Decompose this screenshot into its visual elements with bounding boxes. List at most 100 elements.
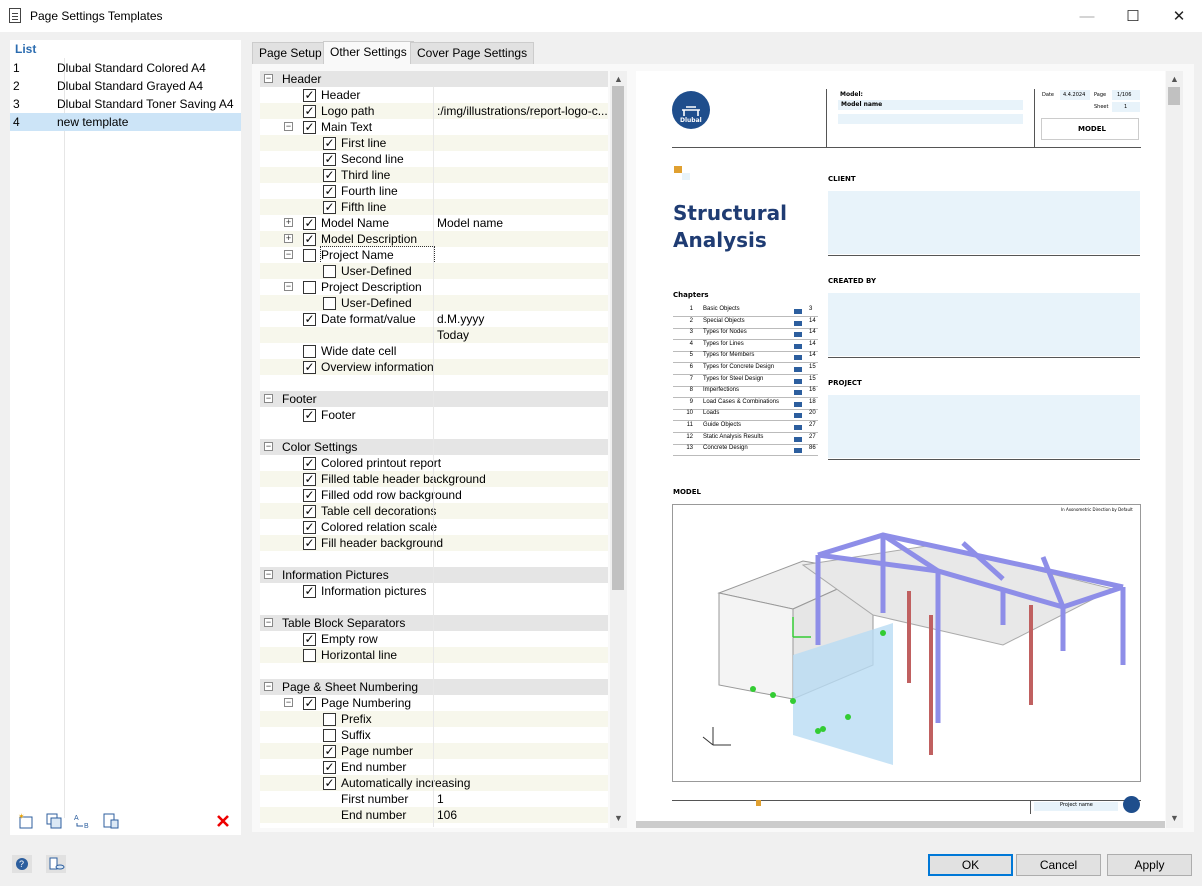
tree-item-value[interactable]: Model name (437, 215, 503, 231)
copy-template-icon[interactable] (42, 810, 66, 832)
tree-checkbox[interactable]: ✓ (323, 201, 336, 214)
tree-section-header[interactable]: − Table Block Separators (260, 615, 608, 631)
tree-checkbox[interactable] (323, 297, 336, 310)
tree-item-value[interactable]: d.M.yyyy (437, 311, 484, 327)
tree-row[interactable]: ✓ Filled odd row background (260, 487, 608, 503)
tree-row[interactable]: ✓ Automatically increasing (260, 775, 608, 791)
collapse-icon[interactable]: − (284, 282, 293, 291)
tree-row[interactable]: Wide date cell (260, 343, 608, 359)
tree-row[interactable]: ✓ Date format/value d.M.yyyy (260, 311, 608, 327)
tree-row[interactable]: ✓ Information pictures (260, 583, 608, 599)
settings-db-icon[interactable] (44, 853, 68, 875)
tree-checkbox[interactable] (303, 649, 316, 662)
tree-scrollbar[interactable]: ▲ ▼ (610, 71, 627, 828)
tree-checkbox[interactable]: ✓ (303, 233, 316, 246)
tree-item-value[interactable]: 106 (437, 807, 457, 823)
scroll-down-arrow-icon[interactable]: ▼ (614, 813, 623, 823)
tree-row[interactable]: ✓ First line (260, 135, 608, 151)
tree-row[interactable]: User-Defined (260, 263, 608, 279)
tree-row[interactable]: ✓ End number (260, 759, 608, 775)
new-template-icon[interactable]: ✶ (14, 810, 38, 832)
tree-row[interactable]: ✓ Header (260, 87, 608, 103)
preview-scrollbar[interactable]: ▲ ▼ (1166, 71, 1183, 828)
tree-row[interactable]: Suffix (260, 727, 608, 743)
tree-section-header[interactable]: − Color Settings (260, 439, 608, 455)
tree-row[interactable]: Horizontal line (260, 647, 608, 663)
scroll-down-arrow-icon[interactable]: ▼ (1170, 813, 1179, 823)
tab-other-settings[interactable]: Other Settings (323, 41, 414, 64)
tree-row[interactable]: ✓ Overview information (260, 359, 608, 375)
template-list-item[interactable]: 4 new template (10, 113, 241, 131)
tree-checkbox[interactable]: ✓ (323, 761, 336, 774)
tree-checkbox[interactable]: ✓ (303, 473, 316, 486)
rename-template-icon[interactable]: AB (71, 810, 95, 832)
tree-row[interactable]: ✓ Footer (260, 407, 608, 423)
tree-checkbox[interactable]: ✓ (323, 185, 336, 198)
apply-button[interactable]: Apply (1107, 854, 1192, 876)
tree-row[interactable]: ✓ Page number (260, 743, 608, 759)
tree-row[interactable]: − ✓ Page Numbering (260, 695, 608, 711)
template-list-item[interactable]: 2 Dlubal Standard Grayed A4 (10, 77, 241, 95)
tree-checkbox[interactable] (323, 265, 336, 278)
tab-cover-page-settings[interactable]: Cover Page Settings (410, 42, 535, 64)
collapse-icon[interactable]: − (264, 74, 273, 83)
tree-checkbox[interactable]: ✓ (323, 137, 336, 150)
tree-checkbox[interactable]: ✓ (303, 537, 316, 550)
import-template-icon[interactable] (99, 810, 123, 832)
scroll-up-arrow-icon[interactable]: ▲ (614, 74, 623, 84)
scroll-up-arrow-icon[interactable]: ▲ (1170, 74, 1179, 84)
tree-row[interactable]: − Project Description (260, 279, 608, 295)
collapse-icon[interactable]: − (264, 618, 273, 627)
tree-row[interactable]: ✓ Fill header background (260, 535, 608, 551)
tree-item-value[interactable]: 1 (437, 791, 444, 807)
tree-checkbox[interactable]: ✓ (323, 153, 336, 166)
tree-row[interactable]: ✓ Logo path:/img/illustrations/report-log… (260, 103, 608, 119)
tree-row[interactable]: Prefix (260, 711, 608, 727)
tree-checkbox[interactable]: ✓ (303, 697, 316, 710)
tree-row[interactable]: ✓ Empty row (260, 631, 608, 647)
tree-row[interactable]: User-Defined (260, 295, 608, 311)
collapse-icon[interactable]: − (264, 442, 273, 451)
tree-checkbox[interactable]: ✓ (323, 777, 336, 790)
tree-checkbox[interactable]: ✓ (303, 585, 316, 598)
tree-scroll-thumb[interactable] (612, 86, 624, 590)
tab-page-setup[interactable]: Page Setup (252, 42, 329, 64)
collapse-icon[interactable]: − (264, 394, 273, 403)
tree-row[interactable]: Today (260, 327, 608, 343)
tree-row[interactable]: ✓ Third line (260, 167, 608, 183)
tree-section-header[interactable]: − Header (260, 71, 608, 87)
tree-checkbox[interactable]: ✓ (303, 505, 316, 518)
ok-button[interactable]: OK (928, 854, 1013, 876)
tree-checkbox[interactable] (303, 345, 316, 358)
tree-row[interactable]: ✓ Fourth line (260, 183, 608, 199)
close-window-button[interactable]: ✕ (1156, 0, 1202, 32)
tree-checkbox[interactable]: ✓ (303, 489, 316, 502)
tree-section-header[interactable]: − Information Pictures (260, 567, 608, 583)
tree-section-header[interactable]: − Page & Sheet Numbering (260, 679, 608, 695)
tree-checkbox[interactable]: ✓ (303, 457, 316, 470)
expand-icon[interactable]: + (284, 218, 293, 227)
cancel-button[interactable]: Cancel (1016, 854, 1101, 876)
tree-row[interactable]: ✓ Colored printout report (260, 455, 608, 471)
tree-checkbox[interactable]: ✓ (303, 361, 316, 374)
tree-row[interactable]: ✓ Filled table header background (260, 471, 608, 487)
tree-checkbox[interactable]: ✓ (303, 121, 316, 134)
delete-template-icon[interactable] (211, 810, 235, 832)
tree-checkbox[interactable] (303, 249, 316, 262)
tree-row[interactable]: ✓ Table cell decorations (260, 503, 608, 519)
tree-item-value[interactable]: :/img/illustrations/report-logo-c... (437, 103, 608, 119)
tree-row[interactable]: + ✓ Model Description (260, 231, 608, 247)
collapse-icon[interactable]: − (284, 122, 293, 131)
tree-checkbox[interactable]: ✓ (303, 105, 316, 118)
template-list-item[interactable]: 1 Dlubal Standard Colored A4 (10, 59, 241, 77)
tree-row[interactable]: − ✓ Main Text (260, 119, 608, 135)
maximize-button[interactable]: ☐ (1110, 0, 1156, 32)
tree-checkbox[interactable]: ✓ (303, 89, 316, 102)
tree-checkbox[interactable]: ✓ (303, 521, 316, 534)
tree-row[interactable]: + ✓ Model Name Model name (260, 215, 608, 231)
tree-checkbox[interactable]: ✓ (303, 217, 316, 230)
tree-row[interactable]: ✓ Fifth line (260, 199, 608, 215)
expand-icon[interactable]: + (284, 234, 293, 243)
tree-row[interactable]: First number 1 (260, 791, 608, 807)
collapse-icon[interactable]: − (284, 698, 293, 707)
